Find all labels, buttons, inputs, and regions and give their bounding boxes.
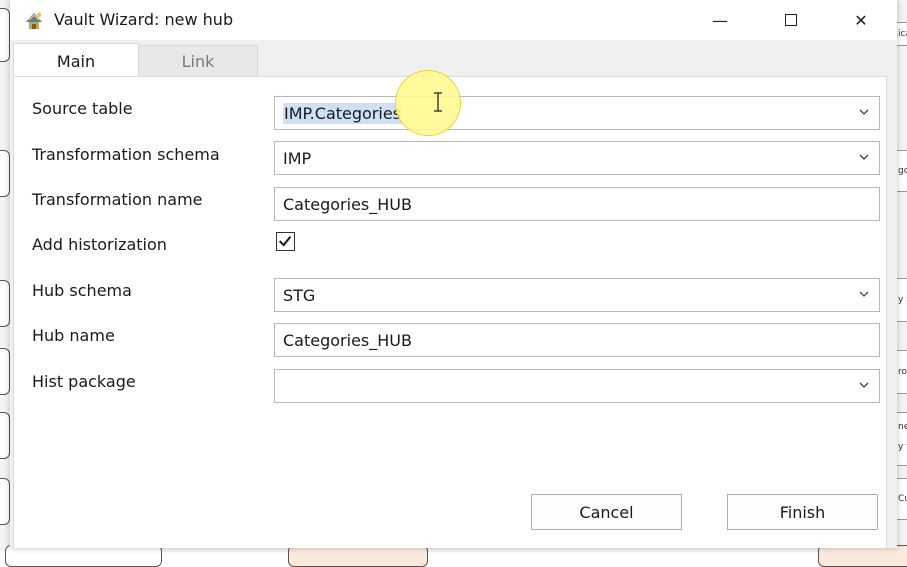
hub-schema-value: STG xyxy=(283,285,316,305)
close-button[interactable]: ✕ xyxy=(832,0,890,40)
background-node xyxy=(5,545,162,567)
background-node xyxy=(288,545,428,567)
cancel-button[interactable]: Cancel xyxy=(531,494,682,530)
chevron-down-icon[interactable] xyxy=(857,150,871,164)
finish-button[interactable]: Finish xyxy=(727,494,878,530)
background-node xyxy=(0,478,10,525)
text-cursor-icon xyxy=(434,92,442,112)
background-node xyxy=(818,545,907,567)
hist-package-label: Hist package xyxy=(32,372,136,391)
transformation-schema-combobox[interactable]: IMP xyxy=(274,141,880,175)
source-table-combobox[interactable]: IMP.Categories xyxy=(274,96,880,130)
tab-strip: Link Main xyxy=(10,40,897,78)
checkmark-icon xyxy=(278,235,292,247)
hub-schema-combobox[interactable]: STG xyxy=(274,278,880,312)
main-tab-panel: Source table IMP.Categories Transformati… xyxy=(13,76,887,548)
vault-wizard-icon xyxy=(26,12,42,29)
add-historization-label: Add historization xyxy=(32,235,167,254)
background-node xyxy=(0,280,10,327)
window-title: Vault Wizard: new hub xyxy=(54,10,234,29)
background-node xyxy=(0,8,10,62)
chevron-down-icon[interactable] xyxy=(857,287,871,301)
chevron-down-icon[interactable] xyxy=(857,105,871,119)
source-table-value: IMP.Categories xyxy=(283,102,403,124)
chevron-down-icon[interactable] xyxy=(857,378,871,392)
background-node xyxy=(0,348,10,395)
add-historization-checkbox[interactable] xyxy=(276,232,295,251)
transformation-schema-label: Transformation schema xyxy=(32,145,220,164)
background-node xyxy=(0,412,10,459)
tab-link[interactable]: Link xyxy=(138,45,258,78)
hist-package-combobox[interactable] xyxy=(274,369,880,403)
background-node xyxy=(0,150,10,197)
title-bar[interactable]: Vault Wizard: new hub — ✕ xyxy=(10,0,897,40)
transformation-schema-value: IMP xyxy=(283,148,312,168)
close-icon: ✕ xyxy=(854,10,868,30)
hub-name-input[interactable]: Categories_HUB xyxy=(274,323,880,357)
transformation-name-value: Categories_HUB xyxy=(283,194,412,214)
transformation-name-label: Transformation name xyxy=(32,190,203,209)
minimize-button[interactable]: — xyxy=(691,0,749,40)
cursor-highlight xyxy=(395,70,461,136)
maximize-button[interactable] xyxy=(762,0,820,40)
transformation-name-input[interactable]: Categories_HUB xyxy=(274,187,880,221)
hub-schema-label: Hub schema xyxy=(32,281,132,300)
maximize-icon xyxy=(785,14,797,26)
minimize-icon: — xyxy=(712,10,728,30)
source-table-label: Source table xyxy=(32,99,133,118)
tab-main[interactable]: Main xyxy=(13,43,139,78)
hub-name-value: Categories_HUB xyxy=(283,330,412,350)
hub-name-label: Hub name xyxy=(32,326,115,345)
